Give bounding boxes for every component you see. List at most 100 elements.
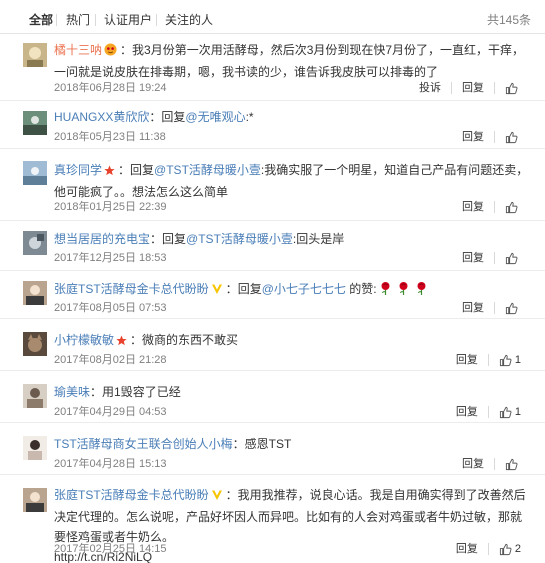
comment-item: 张庭TST活酵母金卡总代盼盼 ：我用我推荐，说良心话。我是自用确实得到了改善然后决… [0,475,545,563]
rose-icon [379,281,392,301]
comment-item: HUANGXX黄欣欣：回复@无唯观心:* 2018年05月23日 11:38 回… [0,101,545,149]
comment-text: ：用1毁容了已经 [90,385,181,399]
avatar[interactable] [23,384,47,408]
comment-time: 2017年08月02日 21:28 [54,354,167,366]
tab-following[interactable]: 关注的人 [165,12,213,28]
comment-text: ：我3月份第一次用活酵母，然后次3月份到现在快7月份了，一直红，干痒，一问就是说… [54,43,525,79]
like-button[interactable] [505,82,521,95]
comment-time: 2018年06月28日 19:24 [54,82,167,94]
reply-button[interactable]: 回复 [462,301,484,315]
reply-prefix: 回复 [162,232,187,246]
avatar[interactable] [23,281,47,305]
action-divider [494,201,495,213]
action-divider [494,302,495,314]
verified-v-icon [211,281,223,301]
tab-divider [56,14,57,26]
reply-button[interactable]: 回复 [462,457,484,471]
comment-filter-tabs: 全部 热门 认证用户 关注的人 共145条 [0,0,545,34]
comment-total-count: 共145条 [486,13,531,27]
reply-button[interactable]: 回复 [462,81,484,95]
mention-link[interactable]: @小七子七七七 [262,282,346,296]
comment-text: :回头是岸 [292,232,345,246]
like-button[interactable] [505,201,521,214]
action-divider [494,458,495,470]
reply-button[interactable]: 回复 [462,200,484,214]
action-divider [451,82,452,94]
like-count: 1 [514,406,521,418]
reply-button[interactable]: 回复 [456,353,478,367]
comment-item: 想当居居的充电宝：回复@TST活酵母暖小壹:回头是岸 2017年12月25日 1… [0,221,545,271]
comment-username[interactable]: 橘十三呐 [54,43,102,57]
reply-button[interactable]: 回复 [462,130,484,144]
mention-link[interactable]: @无唯观心 [185,110,245,124]
like-button[interactable]: 2 [499,543,521,556]
like-button[interactable] [505,252,521,265]
comment-username[interactable]: HUANGXX黄欣欣 [54,110,149,124]
comment-username[interactable]: 张庭TST活酵母金卡总代盼盼 [54,488,209,502]
comment-item: 真珍同学 ：回复@TST活酵母暖小壹:我确实服了一个明星，知道自己产品有问题还卖，… [0,149,545,221]
comment-username[interactable]: 想当居居的充电宝 [54,232,150,246]
action-divider [494,82,495,94]
avatar[interactable] [23,436,47,460]
comment-username[interactable]: 张庭TST活酵母金卡总代盼盼 [54,282,209,296]
tab-divider [156,14,157,26]
thumbs-up-icon [505,252,518,264]
thumbs-up-icon [505,302,518,314]
comment-text: 的赞: [345,282,377,296]
comment-time: 2018年01月25日 22:39 [54,201,167,213]
reply-button[interactable]: 回复 [456,542,478,556]
like-button[interactable] [505,131,521,144]
verified-v-icon [211,487,223,507]
reply-button[interactable]: 回复 [456,405,478,419]
mention-link[interactable]: @TST活酵母暖小壹 [154,163,261,177]
comment-username[interactable]: 瑜美味 [54,385,90,399]
like-button[interactable]: 1 [499,406,521,419]
avatar[interactable] [23,111,47,135]
action-divider [487,406,489,418]
avatar[interactable] [23,488,47,512]
thumbs-up-icon [499,406,512,418]
comment-time: 2017年12月25日 18:53 [54,252,167,264]
comment-time: 2017年04月28日 15:13 [54,458,167,470]
mention-link[interactable]: @TST活酵母暖小壹 [186,232,293,246]
like-button[interactable] [505,302,521,315]
star-badge-icon [116,332,127,352]
tab-divider [95,14,96,26]
comment-item: 小柠檬敏敏 ：微商的东西不敢买 2017年08月02日 21:28 回复 1 [0,319,545,371]
reply-prefix: 回复 [237,282,262,296]
avatar[interactable] [23,161,47,185]
comment-item: 瑜美味：用1毁容了已经 2017年04月29日 04:53 回复 1 [0,371,545,423]
avatar[interactable] [23,231,47,255]
like-count: 2 [514,543,521,555]
rose-icon [415,281,428,301]
comment-time: 2018年05月23日 11:38 [54,131,166,143]
like-button[interactable] [505,458,521,471]
avatar[interactable] [23,43,47,67]
tab-verified-users[interactable]: 认证用户 [104,12,152,28]
reply-prefix: 回复 [130,163,155,177]
comment-text: ：微商的东西不敢买 [130,333,239,347]
like-button[interactable]: 1 [499,354,521,367]
report-button[interactable]: 投诉 [419,81,441,95]
star-badge-icon [104,162,115,182]
comment-username[interactable]: TST活酵母商女王联合创始人小梅 [54,437,233,451]
thumbs-up-icon [505,458,518,470]
action-divider [487,543,489,555]
comment-time: 2017年04月29日 04:53 [54,406,167,418]
thumbs-up-icon [499,543,512,555]
comment-text: ：感恩TST [232,437,292,451]
thumbs-up-icon [505,201,518,213]
like-count: 1 [514,354,521,366]
emoji-icon [104,42,117,62]
action-divider [487,354,489,366]
tab-all[interactable]: 全部 [29,12,53,28]
reply-button[interactable]: 回复 [462,251,484,265]
avatar[interactable] [23,332,47,356]
comment-username[interactable]: 真珍同学 [54,163,102,177]
comment-username[interactable]: 小柠檬敏敏 [54,333,114,347]
action-divider [494,131,495,143]
tab-hot[interactable]: 热门 [66,12,90,28]
comment-text: :* [245,110,254,124]
comment-item: 橘十三呐 ：我3月份第一次用活酵母，然后次3月份到现在快7月份了，一直红，干痒，一… [0,35,545,101]
action-divider [494,252,495,264]
